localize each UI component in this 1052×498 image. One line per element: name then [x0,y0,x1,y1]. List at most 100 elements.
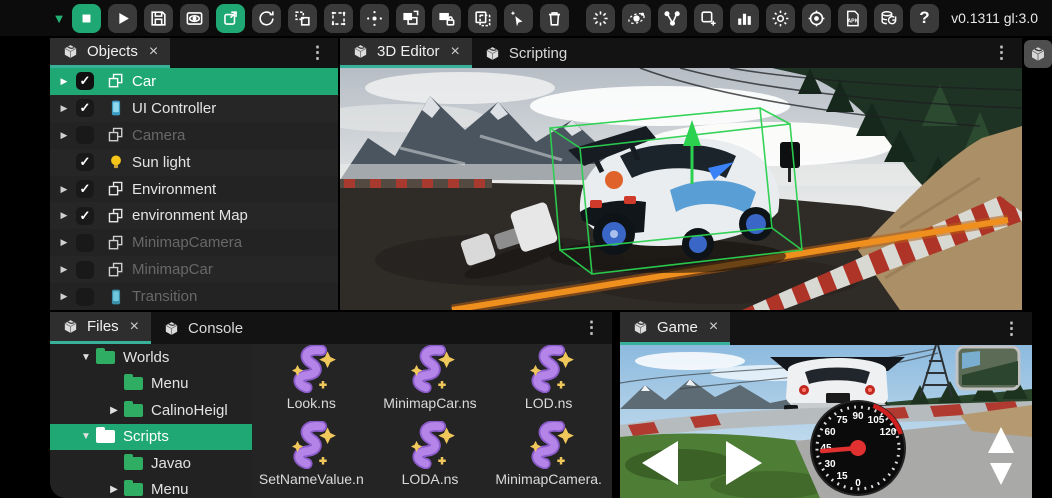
expand-icon[interactable]: ▶ [106,484,122,495]
tree-item-javao[interactable]: Javao [50,450,252,477]
file-item[interactable]: Look.ns [252,345,371,417]
object-row-camera[interactable]: ▶ Camera [50,122,338,149]
expand-icon[interactable]: ▶ [106,405,122,416]
file-item[interactable]: LODA.ns [371,421,490,493]
file-item[interactable]: SetNameValue.n [252,421,371,493]
visibility-checkbox[interactable] [76,288,94,306]
touch-input-button[interactable] [504,4,533,33]
expand-icon[interactable]: ▶ [56,103,72,114]
tab-objects[interactable]: Objects × [50,38,170,68]
file-item[interactable]: MinimapCamera. [489,421,608,493]
close-icon[interactable]: × [709,318,718,336]
build-target-button[interactable] [802,4,831,33]
file-item[interactable]: MinimapCar.ns [371,345,490,417]
rect-select-tool-button[interactable] [324,4,353,33]
speed-label: 120 [880,427,897,438]
stats-button[interactable] [730,4,759,33]
play-button[interactable] [108,4,137,33]
visibility-checkbox[interactable]: ✓ [76,153,94,171]
tab-game[interactable]: Game × [620,312,730,345]
close-icon[interactable]: × [451,43,460,61]
3d-viewport[interactable] [340,68,1022,310]
visibility-checkbox[interactable] [76,261,94,279]
tree-item-label: Scripts [123,428,169,445]
visibility-checkbox[interactable]: ✓ [76,207,94,225]
expand-icon[interactable]: ▶ [56,76,72,87]
editor-menu-icon[interactable]: ⋮ [981,43,1022,63]
game-viewport[interactable]: 0 15 30 45 60 75 90 105 120 [620,345,1032,498]
delete-button[interactable] [540,4,569,33]
speed-label: 105 [868,415,885,426]
tree-item-worlds[interactable]: ▼ Worlds [50,344,252,371]
expand-icon[interactable]: ▶ [56,210,72,221]
collapsed-panel-tab[interactable] [1024,40,1052,68]
visibility-checkbox[interactable]: ✓ [76,72,94,90]
visibility-checkbox[interactable]: ✓ [76,180,94,198]
layer-lock-button[interactable] [432,4,461,33]
scene-dropdown-icon[interactable]: ▼ [46,11,72,26]
object-row-minimapcar[interactable]: ▶ MinimapCar [50,256,338,283]
file-grid: Look.ns MinimapCar.ns LOD.ns SetNameValu… [252,345,608,498]
object-row-environment[interactable]: ▶ ✓ Environment [50,176,338,203]
game-menu-icon[interactable]: ⋮ [991,319,1032,339]
object-row-sun-light[interactable]: ✓ Sun light [50,149,338,176]
add-object-button[interactable] [694,4,723,33]
tree-item-scripts[interactable]: ▼ Scripts [50,424,252,451]
objects-menu-icon[interactable]: ⋮ [297,43,338,63]
tab-console[interactable]: Console [151,312,255,344]
tab-objects-label: Objects [87,43,138,60]
layer-forward-button[interactable] [396,4,425,33]
editor-tabbar: 3D Editor × Scripting ⋮ [340,38,1022,68]
render-view-button[interactable] [180,4,209,33]
layer-lock-icon [437,9,456,28]
orbit-button[interactable] [622,4,651,33]
close-icon[interactable]: × [130,318,139,336]
lens-flare-button[interactable] [586,4,615,33]
expand-icon[interactable]: ▶ [56,291,72,302]
visibility-checkbox[interactable] [76,234,94,252]
move-tool-icon [221,9,240,28]
close-icon[interactable]: × [149,43,158,61]
settings-button[interactable] [766,4,795,33]
apk-export-button[interactable]: APK [838,4,867,33]
tab-scripting[interactable]: Scripting [472,38,579,68]
object-icon [106,179,126,199]
tab-files[interactable]: Files × [50,312,151,344]
tree-item-menu[interactable]: Menu [50,371,252,398]
object-row-car[interactable]: ▶ ✓ Car [50,68,338,95]
node-graph-button[interactable] [658,4,687,33]
script-file-icon [401,421,459,469]
ui-icon [106,98,126,118]
tree-item-label: Menu [151,481,189,498]
expand-icon[interactable]: ▼ [78,352,94,363]
folder-icon [124,483,143,496]
save-button[interactable] [144,4,173,33]
tab-3d-editor[interactable]: 3D Editor × [340,38,472,68]
files-menu-icon[interactable]: ⋮ [571,318,612,338]
object-row-minimapcamera[interactable]: ▶ MinimapCamera [50,229,338,256]
lens-flare-icon [591,9,610,28]
stop-button[interactable] [72,4,101,33]
duplicate-button[interactable] [468,4,497,33]
visibility-checkbox[interactable] [76,126,94,144]
object-label: UI Controller [132,100,216,117]
help-button[interactable]: ? [910,4,939,33]
scale-tool-button[interactable] [288,4,317,33]
expand-icon[interactable]: ▶ [56,264,72,275]
pivot-center-button[interactable] [360,4,389,33]
rotate-tool-button[interactable] [252,4,281,33]
expand-icon[interactable]: ▶ [56,130,72,141]
object-row-environment-map[interactable]: ▶ ✓ environment Map [50,202,338,229]
expand-icon[interactable]: ▼ [78,431,94,442]
tree-item-menu-2[interactable]: ▶ Menu [50,477,252,498]
visibility-checkbox[interactable]: ✓ [76,99,94,117]
file-item[interactable]: LOD.ns [489,345,608,417]
object-row-ui-controller[interactable]: ▶ ✓ UI Controller [50,95,338,122]
object-label: Environment [132,181,216,198]
database-sync-button[interactable] [874,4,903,33]
object-row-transition[interactable]: ▶ Transition [50,283,338,310]
expand-icon[interactable]: ▶ [56,237,72,248]
move-tool-button[interactable] [216,4,245,33]
tree-item-calinoheigl[interactable]: ▶ CalinoHeigl [50,397,252,424]
expand-icon[interactable]: ▶ [56,184,72,195]
